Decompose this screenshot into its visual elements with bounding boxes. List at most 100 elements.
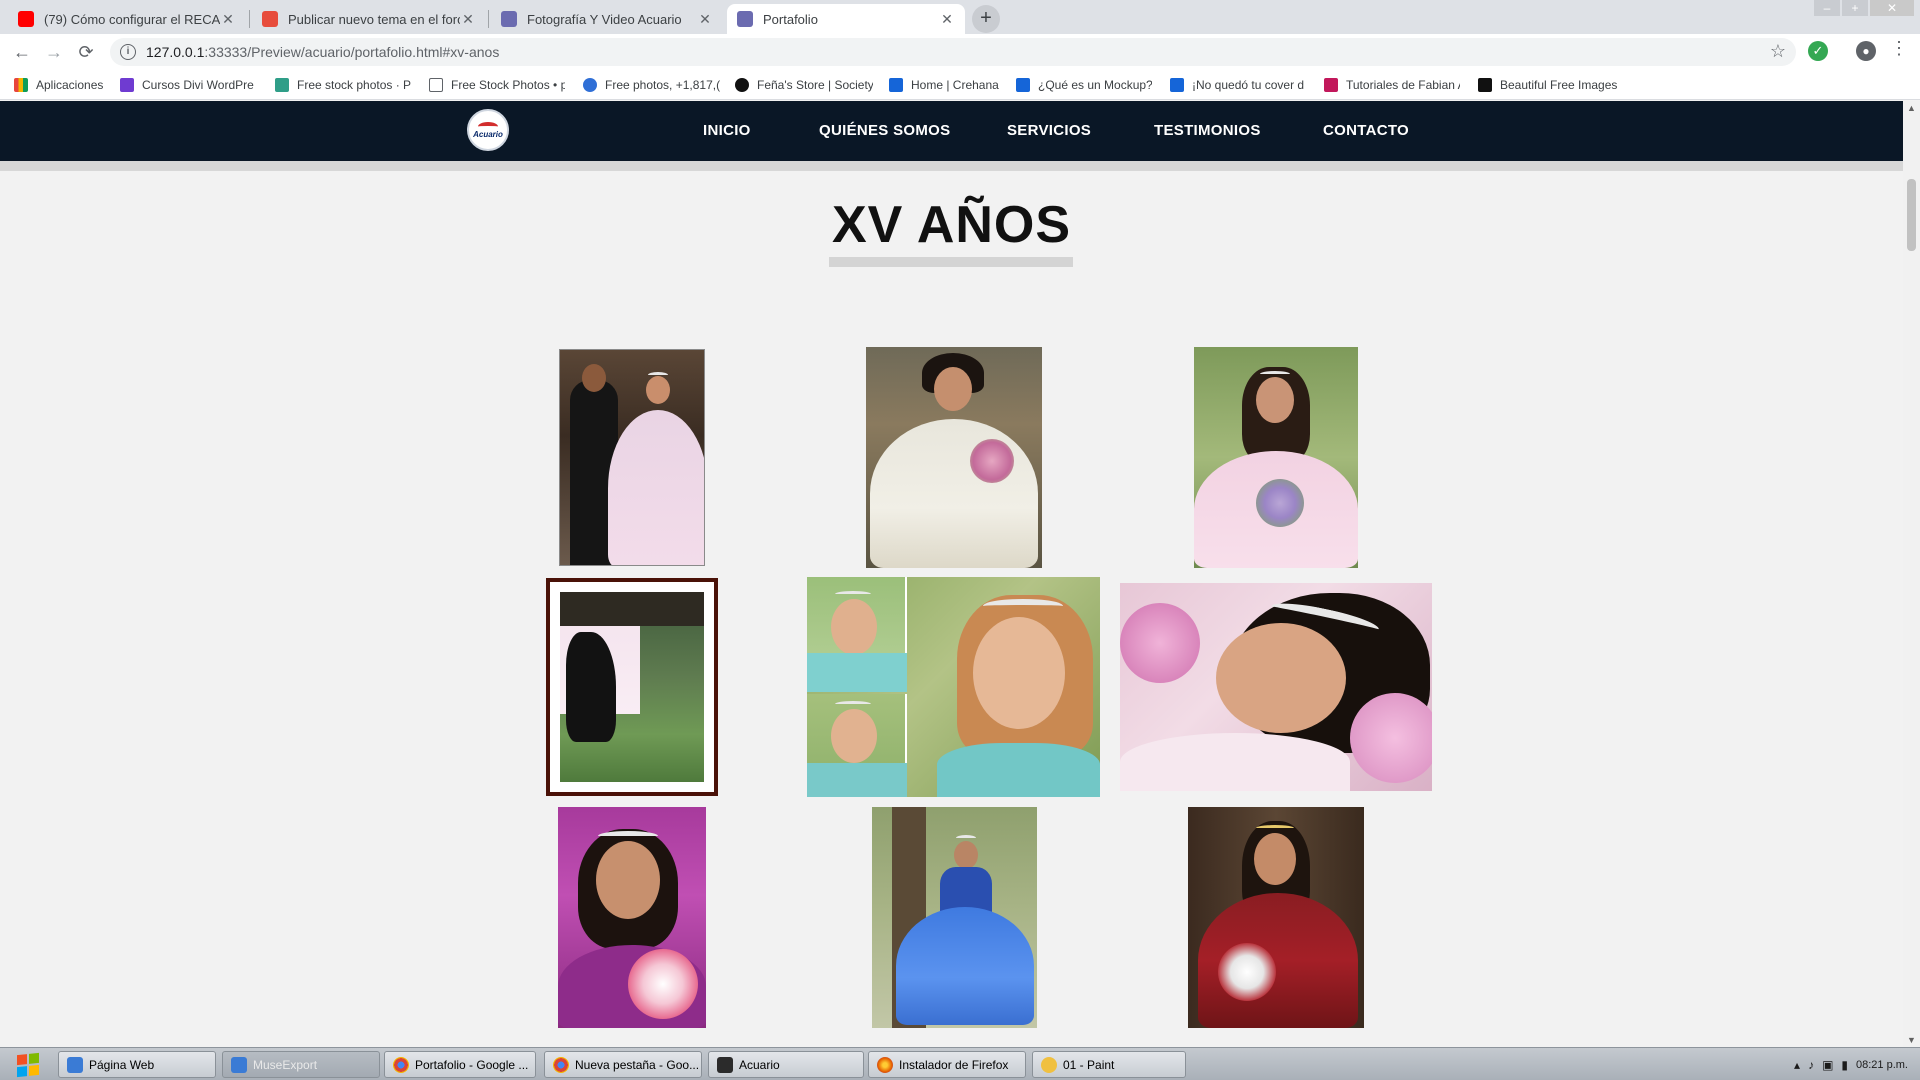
device-icon[interactable]: ▣ <box>1822 1058 1833 1072</box>
taskbar-item[interactable]: Nueva pestaña - Goo... <box>544 1051 702 1078</box>
firefox-icon <box>877 1056 893 1073</box>
page-icon <box>429 78 443 92</box>
clock[interactable]: 08:21 p.m. <box>1856 1059 1908 1071</box>
navbar-shadow <box>0 161 1903 171</box>
nav-quienes-somos[interactable]: QUIÉNES SOMOS <box>819 122 950 139</box>
scroll-down-icon[interactable]: ▼ <box>1905 1035 1918 1045</box>
gallery-photo[interactable] <box>1194 347 1358 568</box>
scroll-thumb[interactable] <box>1907 179 1916 251</box>
bookmark-item[interactable]: Home | Crehana <box>889 76 1009 94</box>
bookmark-item[interactable]: ¿Qué es un Mockup? <box>1016 76 1152 94</box>
taskbar-label: Acuario <box>739 1057 780 1072</box>
browser-tab[interactable]: (79) Cómo configurar el RECAPTC ✕ <box>8 4 246 34</box>
close-icon[interactable]: ✕ <box>697 11 713 28</box>
gallery-photo[interactable] <box>1120 583 1432 791</box>
bookmark-label: ¿Qué es un Mockup? <box>1038 78 1152 92</box>
forward-button[interactable]: → <box>40 38 68 66</box>
bookmark-item[interactable]: Beautiful Free Images <box>1478 76 1618 94</box>
taskbar-item[interactable]: 01 - Paint <box>1032 1051 1186 1078</box>
nav-servicios[interactable]: SERVICIOS <box>1007 122 1091 139</box>
close-icon[interactable]: ✕ <box>939 11 955 28</box>
taskbar-label: 01 - Paint <box>1063 1057 1115 1072</box>
browser-tab-active[interactable]: Portafolio ✕ <box>727 4 965 34</box>
extension-check-icon[interactable]: ✓ <box>1808 41 1828 61</box>
taskbar-item[interactable]: MuseExport <box>222 1051 380 1078</box>
paint-icon <box>1041 1056 1057 1073</box>
taskbar-label: Instalador de Firefox <box>899 1057 1009 1072</box>
site-navbar: Acuario INICIO QUIÉNES SOMOS SERVICIOS T… <box>0 101 1903 161</box>
bookmark-label: Free Stock Photos • p <box>451 78 565 92</box>
tab-divider <box>488 10 489 28</box>
forum-icon <box>262 11 278 27</box>
chrome-icon <box>393 1056 409 1073</box>
bookmark-item[interactable]: Tutoriales de Fabian A <box>1324 76 1460 94</box>
taskbar-label: MuseExport <box>253 1057 318 1072</box>
bookmark-item[interactable]: Free Stock Photos • p <box>429 76 565 94</box>
acuario-icon <box>501 11 517 27</box>
bookmark-item[interactable]: Feña's Store | Society <box>735 76 873 94</box>
close-icon[interactable]: ✕ <box>220 11 236 28</box>
close-icon[interactable]: ✕ <box>460 11 476 28</box>
page-scrollbar[interactable]: ▲ ▼ <box>1903 101 1920 1047</box>
network-icon[interactable]: ▮ <box>1841 1058 1848 1072</box>
browser-tab[interactable]: Publicar nuevo tema en el foro | ✕ <box>252 4 486 34</box>
taskbar-item[interactable]: Instalador de Firefox <box>868 1051 1026 1078</box>
title-underline <box>829 257 1073 267</box>
acuario-icon <box>737 11 753 27</box>
maximize-button[interactable]: + <box>1842 0 1868 16</box>
nav-testimonios[interactable]: TESTIMONIOS <box>1154 122 1261 139</box>
gallery-photo[interactable] <box>866 347 1042 568</box>
page-viewport: Acuario INICIO QUIÉNES SOMOS SERVICIOS T… <box>0 101 1903 1047</box>
back-button[interactable]: ← <box>8 38 36 66</box>
close-window-button[interactable]: ✕ <box>1870 0 1914 16</box>
chrome-icon <box>553 1056 569 1073</box>
browser-tab[interactable]: Fotografía Y Video Acuario ✕ <box>491 4 723 34</box>
site-logo[interactable]: Acuario <box>467 109 509 151</box>
bookmark-item[interactable]: Free photos, +1,817,( <box>583 76 723 94</box>
os-taskbar: Página Web MuseExport Portafolio - Googl… <box>0 1047 1920 1080</box>
unsplash-icon <box>1478 78 1492 92</box>
taskbar-label: Portafolio - Google ... <box>415 1057 529 1072</box>
tab-title: Publicar nuevo tema en el foro | <box>288 11 460 27</box>
menu-kebab-icon[interactable]: ⋮ <box>1890 38 1908 59</box>
windows-logo-icon <box>17 1052 39 1077</box>
minimize-button[interactable]: – <box>1814 0 1840 16</box>
profile-icon[interactable]: ● <box>1856 41 1876 61</box>
folder-icon <box>231 1056 247 1073</box>
address-bar[interactable]: i 127.0.0.1:33333/Preview/acuario/portaf… <box>110 38 1796 66</box>
bookmark-star-icon[interactable]: ☆ <box>1770 41 1786 62</box>
stock-photos-icon <box>275 78 289 92</box>
bookmark-label: Free stock photos · P <box>297 78 412 92</box>
nav-inicio[interactable]: INICIO <box>703 122 751 139</box>
youtube-icon <box>18 11 34 27</box>
bookmark-label: Free photos, +1,817,( <box>605 78 721 92</box>
crehana-icon <box>889 78 903 92</box>
taskbar-item[interactable]: Página Web <box>58 1051 216 1078</box>
gallery-photo[interactable] <box>559 349 705 566</box>
photo-image <box>560 592 704 782</box>
gallery-photo[interactable] <box>1188 807 1364 1028</box>
taskbar-item[interactable]: Portafolio - Google ... <box>384 1051 536 1078</box>
volume-icon[interactable]: ♪ <box>1808 1058 1814 1072</box>
scroll-up-icon[interactable]: ▲ <box>1905 103 1918 113</box>
gallery-photo[interactable] <box>872 807 1037 1028</box>
gallery-photo[interactable] <box>558 807 706 1028</box>
gallery-photo-framed[interactable] <box>546 578 718 796</box>
bookmark-label: ¡No quedó tu cover d <box>1192 78 1305 92</box>
browser-toolbar: ← → ⟳ i 127.0.0.1:33333/Preview/acuario/… <box>0 34 1920 70</box>
bookmark-item[interactable]: ¡No quedó tu cover d <box>1170 76 1306 94</box>
nav-contacto[interactable]: CONTACTO <box>1323 122 1409 139</box>
start-button[interactable] <box>6 1050 50 1079</box>
new-tab-button[interactable]: + <box>972 5 1000 33</box>
bookmark-item[interactable]: Cursos Divi WordPre <box>120 76 260 94</box>
gallery-photo-collage[interactable] <box>807 577 1100 797</box>
reload-button[interactable]: ⟳ <box>72 38 100 66</box>
apps-grid-icon <box>14 78 28 92</box>
bookmark-apps[interactable]: Aplicaciones <box>14 76 103 94</box>
taskbar-item[interactable]: Acuario <box>708 1051 864 1078</box>
society6-icon <box>735 78 749 92</box>
show-hidden-icons-icon[interactable]: ▴ <box>1794 1058 1800 1072</box>
bookmark-item[interactable]: Free stock photos · P <box>275 76 413 94</box>
site-info-icon[interactable]: i <box>120 44 136 60</box>
bookmark-label: Beautiful Free Images <box>1500 78 1618 92</box>
